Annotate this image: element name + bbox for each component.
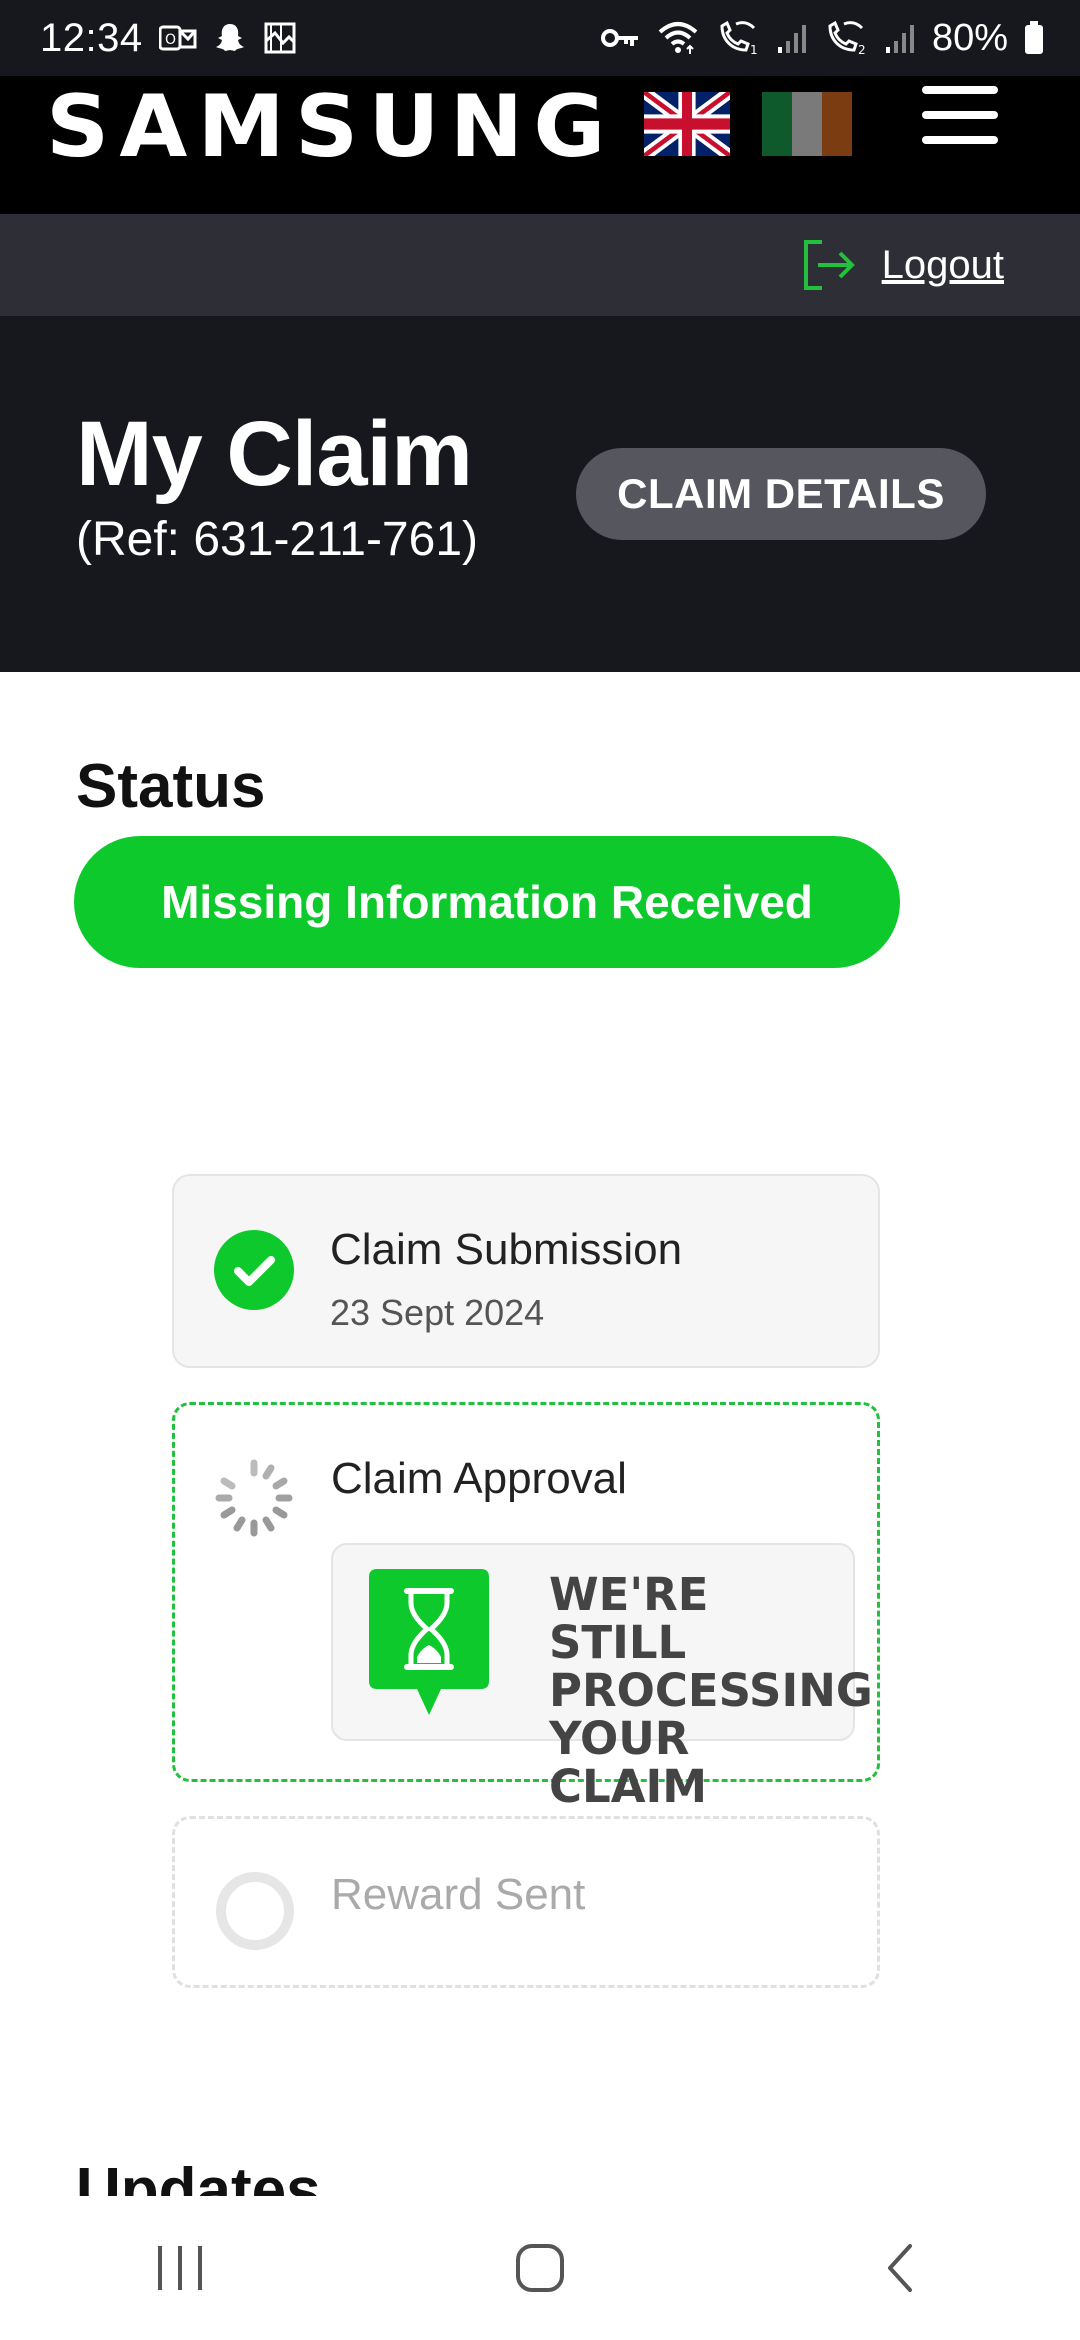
snapchat-icon — [213, 21, 247, 55]
gallery-icon — [263, 21, 297, 55]
page: 12:34 O 1 2 80% SAMSUNG Logout My Claim … — [0, 0, 1080, 2340]
uk-flag-icon[interactable] — [644, 92, 730, 156]
ireland-flag-icon[interactable] — [762, 92, 852, 156]
system-navigation-bar — [0, 2196, 1080, 2340]
outlook-icon: O — [158, 23, 197, 53]
hamburger-menu-icon[interactable] — [922, 86, 998, 156]
samsung-logo[interactable]: SAMSUNG — [46, 84, 616, 170]
hourglass-icon — [369, 1569, 489, 1715]
svg-text:1: 1 — [750, 43, 758, 56]
empty-circle-icon — [216, 1872, 294, 1950]
battery-percent: 80% — [931, 16, 1008, 59]
wifi-call-sim2-icon: 2 — [824, 20, 868, 56]
logout-icon — [803, 240, 855, 290]
site-header: SAMSUNG — [0, 76, 1080, 214]
battery-icon — [1024, 21, 1044, 55]
svg-text:2: 2 — [858, 43, 866, 56]
processing-line-2: PROCESSING — [549, 1664, 873, 1717]
step-date: 23 Sept 2024 — [330, 1292, 545, 1333]
timeline-step-claim-approval: Claim Approval WE'RE STILL PROCESSING YO… — [172, 1402, 880, 1811]
claim-reference: (Ref: 631-211-761) — [76, 513, 478, 566]
status-heading: Status — [76, 752, 266, 821]
svg-text:O: O — [165, 32, 176, 48]
wifi-call-sim1-icon: 1 — [716, 20, 760, 56]
step-title: Claim Approval — [331, 1454, 627, 1503]
check-circle-icon — [214, 1230, 294, 1310]
processing-notice: WE'RE STILL PROCESSING YOUR CLAIM — [331, 1543, 873, 1811]
processing-line-1: WE'RE STILL — [549, 1568, 709, 1669]
recent-apps-icon[interactable] — [120, 2218, 240, 2318]
back-icon[interactable] — [840, 2218, 960, 2318]
home-icon[interactable] — [480, 2218, 600, 2318]
page-title: My Claim — [76, 403, 473, 505]
logout-link[interactable]: Logout — [800, 236, 1004, 294]
timeline-step-reward-sent: Reward Sent — [172, 1816, 880, 1988]
signal-sim1-icon — [776, 21, 808, 55]
step-title: Reward Sent — [331, 1870, 586, 1919]
loading-spinner-icon — [215, 1459, 293, 1537]
step-title: Claim Submission — [330, 1225, 683, 1274]
clock: 12:34 — [40, 15, 143, 60]
wifi-icon — [656, 20, 700, 56]
claim-hero: My Claim (Ref: 631-211-761) CLAIM DETAIL… — [0, 316, 1080, 672]
status-badge: Missing Information Received — [74, 836, 900, 968]
processing-line-3: YOUR CLAIM — [549, 1712, 708, 1813]
status-bar-right: 1 2 80% — [600, 17, 1044, 60]
status-bar: 12:34 O 1 2 80% — [0, 0, 1080, 76]
account-bar: Logout — [0, 214, 1080, 316]
vpn-key-icon — [600, 26, 640, 50]
logout-label: Logout — [881, 242, 1004, 287]
claim-details-button[interactable]: CLAIM DETAILS — [576, 448, 986, 540]
processing-message: WE'RE STILL PROCESSING YOUR CLAIM — [549, 1568, 873, 1813]
signal-sim2-icon — [884, 21, 916, 55]
timeline-step-claim-submission: Claim Submission 23 Sept 2024 — [172, 1174, 880, 1368]
status-bar-left: 12:34 O — [40, 16, 297, 61]
